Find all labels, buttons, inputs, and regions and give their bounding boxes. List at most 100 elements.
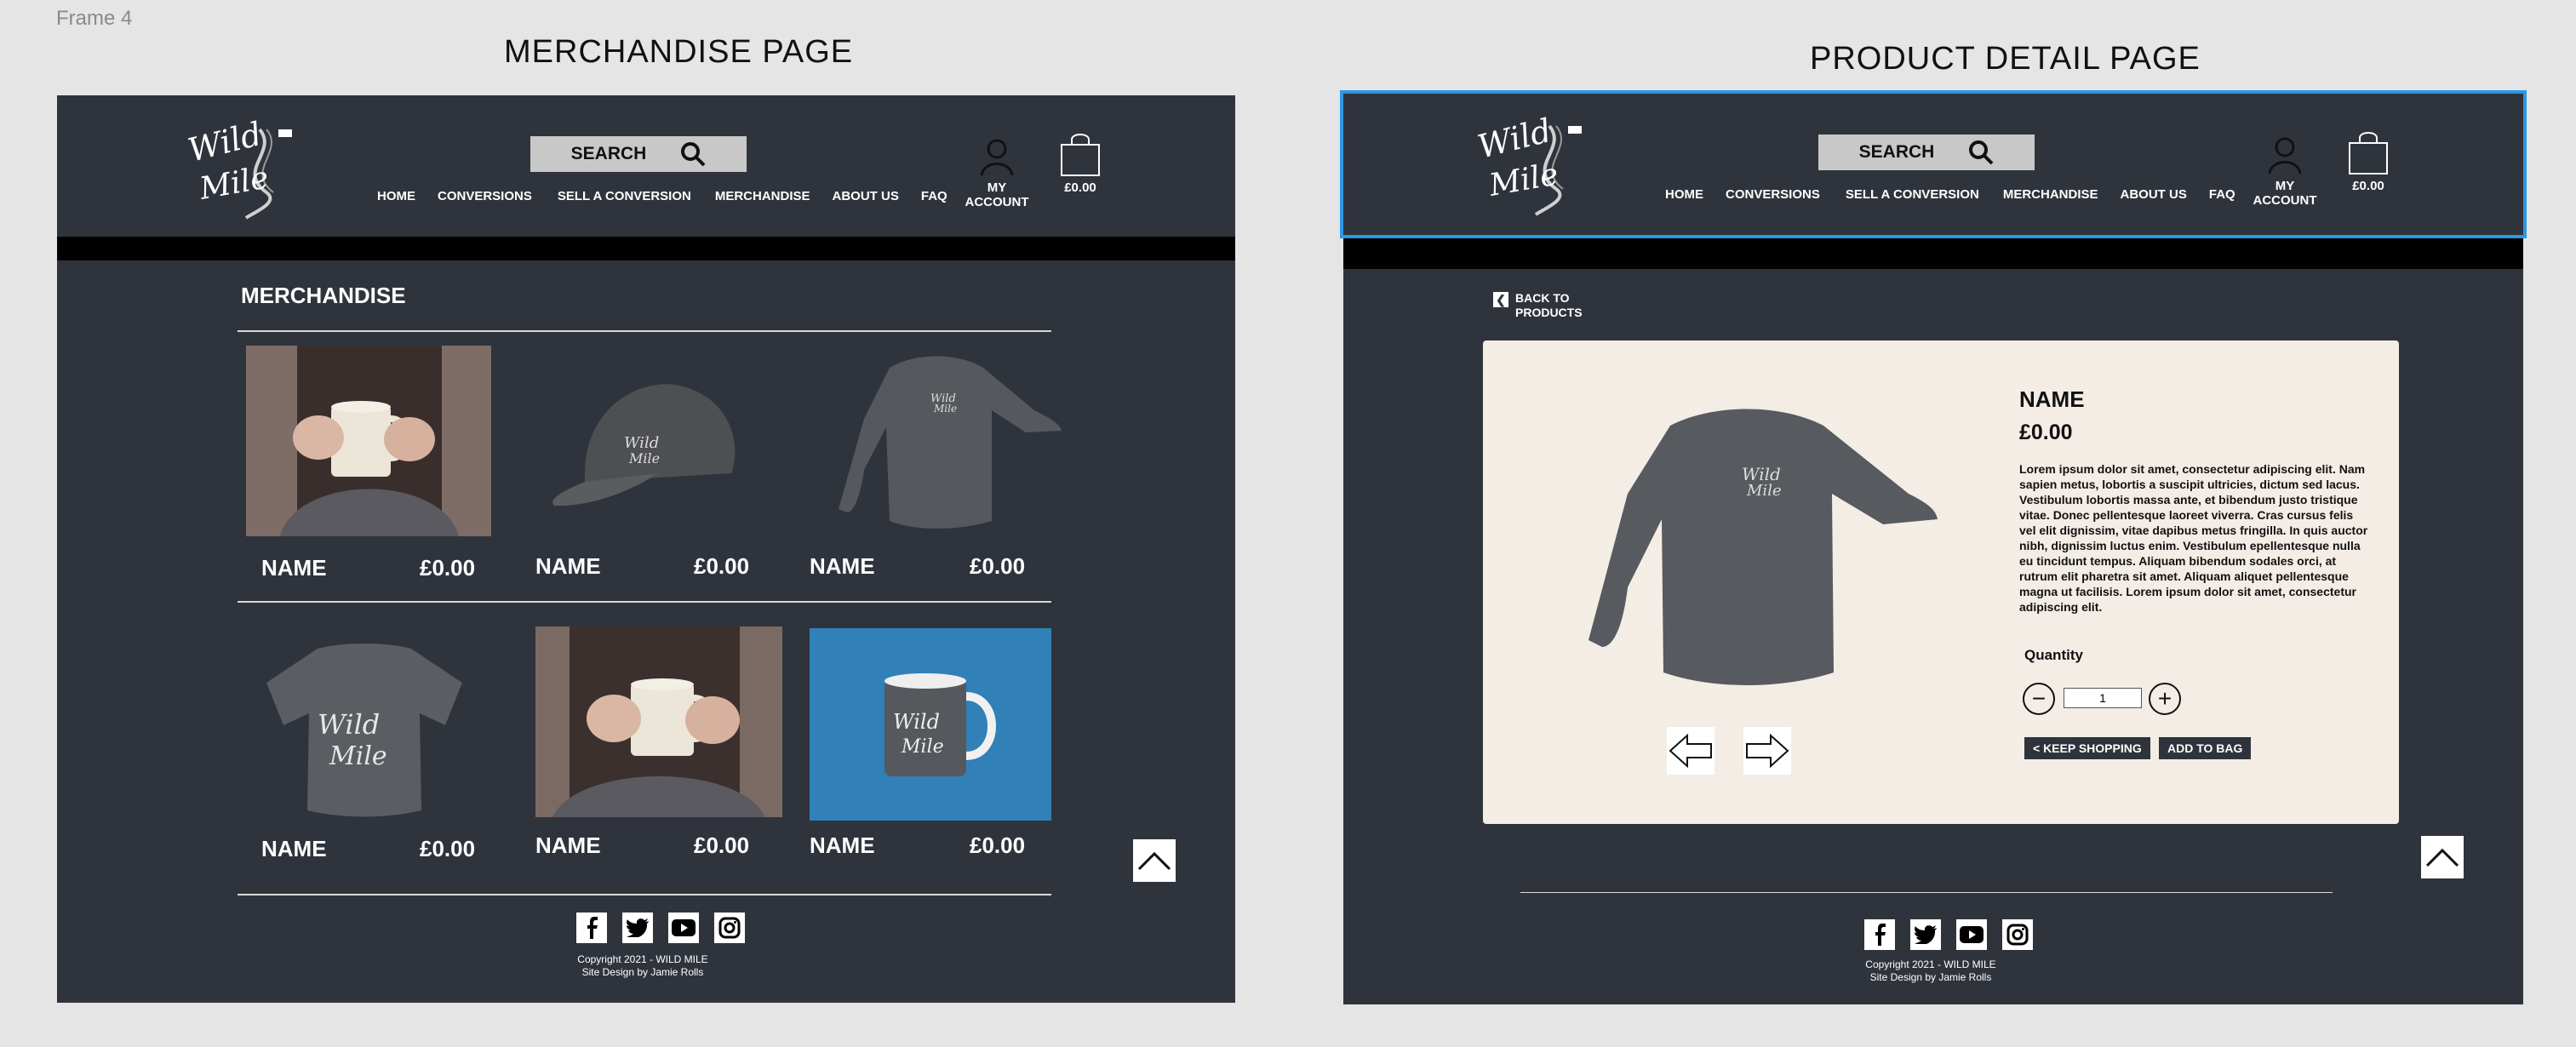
product-name[interactable]: NAME: [261, 555, 327, 581]
nav-faq[interactable]: FAQ: [921, 189, 947, 203]
detail-page-title: PRODUCT DETAIL PAGE: [1810, 41, 2201, 77]
social-links: [1864, 919, 2033, 950]
logo-van-icon: [278, 129, 292, 137]
search-label: SEARCH: [1858, 142, 1935, 162]
product-price: £0.00: [420, 836, 476, 861]
instagram-icon[interactable]: [714, 913, 745, 943]
my-account-label: MY ACCOUNT: [2253, 179, 2317, 208]
svg-text:Wild: Wild: [893, 710, 940, 734]
my-account-link[interactable]: MY ACCOUNT: [954, 138, 1039, 209]
nav-faq[interactable]: FAQ: [2209, 187, 2235, 202]
merchandise-heading: MERCHANDISE: [241, 283, 406, 308]
svg-text:Wild: Wild: [318, 708, 380, 741]
nav-conversions[interactable]: CONVERSIONS: [438, 189, 532, 203]
product-name[interactable]: NAME: [810, 832, 875, 859]
product-image-mug-hands[interactable]: [246, 346, 491, 536]
next-image-button[interactable]: [1743, 727, 1791, 775]
keep-shopping-button[interactable]: < KEEP SHOPPING: [2024, 737, 2150, 759]
logo-text-wild: Wild: [1474, 112, 1555, 166]
search-bar[interactable]: SEARCH: [1818, 134, 2035, 170]
product-image-longsleeve[interactable]: Wild Mile: [813, 342, 1068, 538]
product-name[interactable]: NAME: [810, 553, 875, 580]
design-canvas: Frame 4 MERCHANDISE PAGE Wild Mile SEARC…: [0, 0, 2576, 1047]
nav-conversions[interactable]: CONVERSIONS: [1726, 187, 1820, 202]
shopping-bag-icon: [1061, 134, 1100, 176]
shopping-bag-icon: [2349, 132, 2388, 174]
nav-sell-a-conversion[interactable]: SELL A CONVERSION: [558, 189, 691, 203]
frame-label: Frame 4: [56, 7, 133, 30]
merch-page-title: MERCHANDISE PAGE: [504, 34, 854, 70]
nav-merchandise[interactable]: MERCHANDISE: [715, 189, 810, 203]
svg-text:Mile: Mile: [1746, 482, 1782, 500]
facebook-icon[interactable]: [576, 913, 607, 943]
product-image-mug-hands-2[interactable]: [535, 626, 782, 817]
product-description: Lorem ipsum dolor sit amet, consectetur …: [2019, 462, 2368, 614]
product-name: NAME: [2019, 386, 2085, 412]
detail-page-frame: Wild Mile SEARCH HOME CONVERSIONS SELL A…: [1340, 90, 2527, 1004]
nav-about-us[interactable]: ABOUT US: [833, 189, 899, 203]
product-price: £0.00: [2019, 421, 2073, 444]
instagram-icon[interactable]: [2002, 919, 2033, 950]
copyright-text: Copyright 2021 - WILD MILE Site Design b…: [515, 953, 770, 979]
search-icon[interactable]: [680, 141, 706, 167]
nav-home[interactable]: HOME: [377, 189, 415, 203]
nav-about-us[interactable]: ABOUT US: [2121, 187, 2187, 202]
increase-quantity-button[interactable]: +: [2149, 683, 2181, 715]
bag-link[interactable]: £0.00: [2343, 129, 2394, 193]
arrow-right-icon: [1746, 734, 1789, 768]
youtube-icon[interactable]: [668, 913, 699, 943]
back-to-top-button[interactable]: [2421, 836, 2464, 878]
site-header: Wild Mile SEARCH HOME CONVERSIONS SELL A…: [57, 95, 1235, 237]
user-icon: [980, 139, 1014, 176]
product-name[interactable]: NAME: [535, 553, 601, 580]
back-label-line2: PRODUCTS: [1515, 306, 1583, 319]
previous-image-button[interactable]: [1667, 727, 1714, 775]
product-price: £0.00: [970, 553, 1026, 579]
arrow-left-icon: [1669, 734, 1712, 768]
bag-link[interactable]: £0.00: [1055, 131, 1106, 195]
product-name[interactable]: NAME: [535, 832, 601, 859]
logo-text-mile: Mile: [196, 160, 271, 207]
copyright-text: Copyright 2021 - WILD MILE Site Design b…: [1803, 958, 2058, 984]
back-to-top-button[interactable]: [1133, 839, 1176, 882]
chevron-up-icon: [2425, 848, 2459, 867]
header-divider-bar: [57, 237, 1235, 260]
search-bar[interactable]: SEARCH: [530, 136, 747, 172]
product-image-tshirt[interactable]: Wild Mile: [258, 632, 471, 819]
nav-merchandise[interactable]: MERCHANDISE: [2003, 187, 2098, 202]
copyright-line: Copyright 2021 - WILD MILE: [1865, 958, 1996, 970]
product-image-cap[interactable]: Wild Mile: [530, 346, 776, 536]
nav-sell-a-conversion[interactable]: SELL A CONVERSION: [1846, 187, 1979, 202]
wild-mile-logo[interactable]: Wild Mile: [185, 111, 312, 221]
logo-text-mile: Mile: [1485, 157, 1560, 203]
main-nav: HOME CONVERSIONS SELL A CONVERSION MERCH…: [1665, 187, 2258, 202]
nav-home[interactable]: HOME: [1665, 187, 1703, 202]
my-account-link[interactable]: MY ACCOUNT: [2242, 136, 2327, 208]
quantity-input[interactable]: [2064, 688, 2142, 708]
product-image-mug-blue[interactable]: Wild Mile: [810, 628, 1051, 821]
merch-page-frame: Wild Mile SEARCH HOME CONVERSIONS SELL A…: [57, 95, 1235, 1003]
footer-divider: [238, 894, 1051, 895]
site-design-credit: Site Design by Jamie Rolls: [1869, 971, 1992, 983]
search-icon[interactable]: [1968, 140, 1994, 165]
back-label-line1: BACK TO: [1515, 291, 1570, 305]
product-main-image: Wild Mile: [1568, 392, 1943, 698]
twitter-icon[interactable]: [1910, 919, 1941, 950]
wild-mile-logo[interactable]: Wild Mile: [1474, 107, 1602, 218]
product-price: £0.00: [420, 555, 476, 581]
twitter-icon[interactable]: [622, 913, 653, 943]
facebook-icon[interactable]: [1864, 919, 1895, 950]
product-name[interactable]: NAME: [261, 836, 327, 862]
copyright-line: Copyright 2021 - WILD MILE: [577, 953, 708, 965]
back-to-products-link[interactable]: ❮ BACK TO PRODUCTS: [1493, 291, 1583, 320]
youtube-icon[interactable]: [1956, 919, 1987, 950]
svg-text:Mile: Mile: [933, 403, 957, 415]
bag-total: £0.00: [2352, 179, 2384, 193]
decrease-quantity-button[interactable]: −: [2023, 683, 2055, 715]
add-to-bag-button[interactable]: ADD TO BAG: [2159, 737, 2252, 759]
search-label: SEARCH: [570, 144, 647, 163]
product-detail-card: Wild Mile NAME £0.00 Lorem ipsum dolor si…: [1483, 340, 2399, 824]
social-links: [576, 913, 745, 943]
product-price: £0.00: [694, 832, 750, 858]
svg-text:Wild: Wild: [624, 434, 659, 452]
